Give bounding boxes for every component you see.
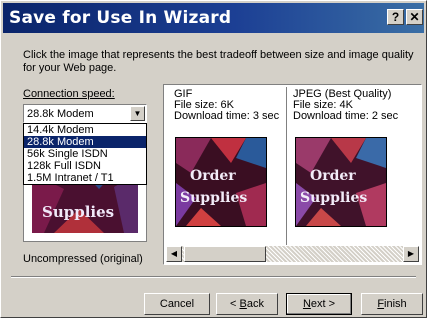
dropdown-arrow-button[interactable]: ▼: [130, 106, 145, 121]
next-button[interactable]: Next >: [286, 293, 352, 315]
window-title: Save for Use In Wizard: [9, 8, 232, 28]
option-1-5m-intranet-t1[interactable]: 1.5M Intranet / T1: [24, 172, 146, 184]
back-button-prefix: <: [230, 298, 240, 310]
question-mark-icon: ?: [391, 10, 400, 24]
horizontal-scrollbar[interactable]: ◀ ▶: [166, 246, 419, 262]
gif-download-time: Download time: 3 sec: [174, 110, 280, 122]
chevron-right-icon: ▶: [407, 249, 415, 258]
gif-info: GIF File size: 6K Download time: 3 sec: [174, 89, 292, 122]
close-icon: ✕: [409, 10, 420, 24]
connection-speed-list: 14.4k Modem 28.8k Modem 56k Single ISDN …: [23, 123, 147, 185]
preview-panel: GIF File size: 6K Download time: 3 sec J…: [163, 84, 422, 265]
preview-divider: [286, 87, 287, 245]
next-button-mnemonic: N: [302, 298, 311, 310]
scroll-right-button[interactable]: ▶: [403, 246, 419, 262]
jpeg-preview-image[interactable]: Order Supplies: [295, 137, 387, 227]
gif-image-text-top: Order: [190, 168, 236, 184]
chevron-left-icon: ◀: [170, 249, 178, 258]
jpeg-image-text-top: Order: [310, 168, 356, 184]
option-56k-single-isdn[interactable]: 56k Single ISDN: [24, 148, 146, 160]
original-caption: Uncompressed (original): [23, 253, 143, 265]
connection-speed-label: Connection speed:: [23, 88, 115, 100]
close-button[interactable]: ✕: [406, 9, 423, 25]
gif-image-graphic: Order Supplies: [176, 138, 266, 226]
back-button[interactable]: < Back: [216, 293, 278, 315]
scrollbar-thumb[interactable]: [184, 246, 266, 262]
connection-speed-select[interactable]: 28.8k Modem ▼: [23, 104, 147, 123]
gif-preview-image[interactable]: Order Supplies: [175, 137, 267, 227]
original-image-text: Supplies: [42, 203, 114, 221]
scroll-left-button[interactable]: ◀: [166, 246, 182, 262]
option-128k-full-isdn[interactable]: 128k Full ISDN: [24, 160, 146, 172]
option-14-4k-modem[interactable]: 14.4k Modem: [24, 124, 146, 136]
wizard-dialog: Save for Use In Wizard ? ✕ Click the ima…: [0, 0, 427, 318]
chevron-down-icon: ▼: [133, 109, 142, 118]
next-button-label: ext >: [310, 298, 336, 310]
jpeg-image-graphic: Order Supplies: [296, 138, 386, 226]
finish-button[interactable]: Finish: [361, 293, 423, 315]
jpeg-image-text-bottom: Supplies: [300, 190, 367, 206]
jpeg-info: JPEG (Best Quality) File size: 4K Downlo…: [293, 89, 411, 122]
jpeg-download-time: Download time: 2 sec: [293, 110, 399, 122]
gif-image-text-bottom: Supplies: [180, 190, 247, 206]
finish-button-label: inish: [384, 298, 407, 310]
title-bar[interactable]: Save for Use In Wizard ? ✕: [3, 3, 424, 33]
back-button-mnemonic: B: [239, 298, 247, 310]
back-button-label: ack: [246, 298, 264, 310]
help-button[interactable]: ?: [387, 9, 404, 25]
instructions-text: Click the image that represents the best…: [23, 49, 414, 74]
button-divider: [11, 276, 416, 278]
option-28-8k-modem[interactable]: 28.8k Modem: [24, 136, 146, 148]
connection-speed-value: 28.8k Modem: [27, 108, 94, 120]
cancel-button[interactable]: Cancel: [144, 293, 210, 315]
